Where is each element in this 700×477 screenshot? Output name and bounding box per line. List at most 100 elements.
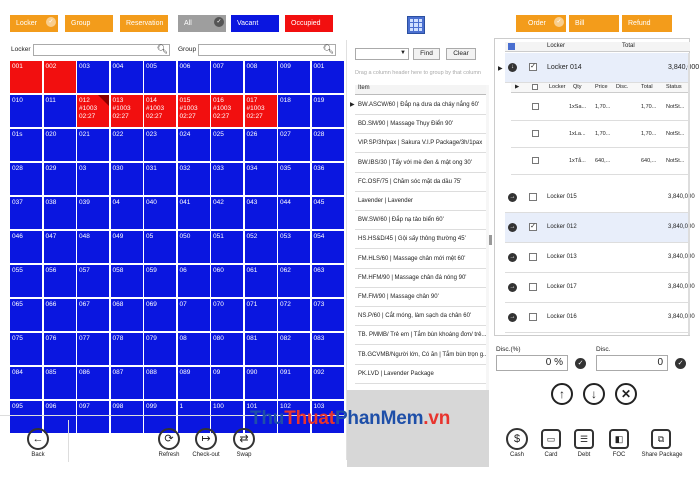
swap-button[interactable]: ⇄ bbox=[233, 428, 255, 450]
locker-cell[interactable]: 016 #1003 02:27 bbox=[211, 95, 243, 127]
locker-cell[interactable]: 063 bbox=[311, 265, 344, 297]
find-button[interactable]: Find bbox=[413, 48, 440, 60]
locker-cell[interactable]: 079 bbox=[144, 333, 176, 365]
locker-cell[interactable]: 022 bbox=[110, 129, 143, 161]
locker-cell[interactable]: 06 bbox=[177, 265, 210, 297]
locker-cell[interactable]: 008 bbox=[244, 61, 277, 93]
locker-cell[interactable]: 077 bbox=[77, 333, 109, 365]
locker-cell[interactable]: 003 bbox=[77, 61, 109, 93]
locker-cell[interactable]: 076 bbox=[43, 333, 76, 365]
list-item[interactable]: BD.SM/90 | Massage Thụy Điển 90' bbox=[355, 115, 486, 135]
locker-cell[interactable]: 028 bbox=[311, 129, 344, 161]
sub-row[interactable]: 1xTắ... 640,... 640,... NotSt... bbox=[511, 148, 690, 175]
delete-button[interactable]: ✕ bbox=[615, 383, 637, 405]
move-down-button[interactable]: ↓ bbox=[583, 383, 605, 405]
group-search-input[interactable]: 🔍︎ bbox=[198, 44, 336, 56]
order-row[interactable]: → Locker 016 3,840,000 bbox=[505, 303, 695, 333]
locker-cell[interactable]: 033 bbox=[211, 163, 243, 195]
locker-cell[interactable]: 056 bbox=[43, 265, 76, 297]
locker-cell[interactable]: 057 bbox=[77, 265, 109, 297]
locker-cell[interactable]: 051 bbox=[211, 231, 243, 263]
locker-cell[interactable]: 002 bbox=[43, 61, 76, 93]
expand-arrow-icon[interactable]: → bbox=[508, 313, 517, 322]
list-item[interactable]: BW.SW/60 | Đắp nạ tảo biển 60' bbox=[355, 211, 486, 231]
sub-row[interactable]: 1xSa... 1,70... 1,70... NotSt... bbox=[511, 94, 690, 121]
list-item[interactable]: FM.HLS/60 | Massage chân mới mệt 60' bbox=[355, 250, 486, 269]
locker-cell[interactable]: 045 bbox=[311, 197, 344, 229]
locker-cell[interactable]: 049 bbox=[110, 231, 143, 263]
column-chooser-icon[interactable] bbox=[508, 43, 515, 50]
locker-cell[interactable]: 007 bbox=[211, 61, 243, 93]
locker-cell[interactable]: 03 bbox=[77, 163, 109, 195]
disc-input[interactable]: 0 bbox=[596, 355, 668, 371]
locker-cell[interactable]: 025 bbox=[211, 129, 243, 161]
expand-arrow-icon[interactable]: ↓ bbox=[508, 63, 517, 72]
sub-row[interactable]: 1xLa... 1,70... 1,70... NotSt... bbox=[511, 121, 690, 148]
cash-button[interactable]: $ bbox=[506, 428, 528, 450]
locker-cell[interactable]: 062 bbox=[278, 265, 310, 297]
locker-cell[interactable]: 067 bbox=[77, 299, 109, 331]
locker-cell[interactable]: 097 bbox=[77, 401, 109, 433]
locker-cell[interactable]: 059 bbox=[144, 265, 176, 297]
locker-cell[interactable]: 023 bbox=[144, 129, 176, 161]
order-row[interactable]: → ✓ Locker 012 3,840,000 bbox=[505, 213, 695, 243]
locker-cell[interactable]: 020 bbox=[43, 129, 76, 161]
locker-cell[interactable]: 048 bbox=[77, 231, 109, 263]
select-checkbox[interactable] bbox=[529, 283, 537, 291]
move-up-button[interactable]: ↑ bbox=[551, 383, 573, 405]
disc-pct-input[interactable]: 0 % bbox=[496, 355, 568, 371]
item-column-header[interactable]: Item bbox=[355, 85, 486, 95]
locker-cell[interactable]: 087 bbox=[110, 367, 143, 399]
locker-cell[interactable]: 07 bbox=[177, 299, 210, 331]
locker-cell[interactable]: 069 bbox=[144, 299, 176, 331]
locker-cell[interactable]: 050 bbox=[177, 231, 210, 263]
locker-cell[interactable]: 026 bbox=[244, 129, 277, 161]
locker-cell[interactable]: 039 bbox=[77, 197, 109, 229]
locker-cell[interactable]: 014 #1003 02:27 bbox=[144, 95, 176, 127]
locker-cell[interactable]: 035 bbox=[278, 163, 310, 195]
locker-cell[interactable]: 018 bbox=[278, 95, 310, 127]
locker-cell[interactable]: 009 bbox=[278, 61, 310, 93]
all-status-button[interactable]: All ✓ bbox=[178, 15, 226, 32]
locker-cell[interactable]: 042 bbox=[211, 197, 243, 229]
list-item[interactable]: TB.GCVMB/Người lớn, Có ăn | Tắm bùn trọn… bbox=[355, 346, 486, 365]
locker-cell[interactable]: 029 bbox=[43, 163, 76, 195]
locker-cell[interactable]: 006 bbox=[177, 61, 210, 93]
locker-cell[interactable]: 096 bbox=[43, 401, 76, 433]
locker-cell[interactable]: 089 bbox=[177, 367, 210, 399]
locker-cell[interactable]: 001 bbox=[311, 61, 344, 93]
locker-cell[interactable]: 065 bbox=[10, 299, 42, 331]
locker-cell[interactable]: 061 bbox=[244, 265, 277, 297]
locker-cell[interactable]: 078 bbox=[110, 333, 143, 365]
locker-cell[interactable]: 019 bbox=[311, 95, 344, 127]
list-item[interactable]: Lavender | Lavender bbox=[355, 192, 486, 211]
locker-cell[interactable]: 090 bbox=[244, 367, 277, 399]
list-item[interactable]: FC.OSF/75 | Chăm sóc mặt da dầu 75' bbox=[355, 173, 486, 192]
locker-cell[interactable]: 024 bbox=[177, 129, 210, 161]
col-total-header[interactable]: Total bbox=[622, 43, 635, 49]
item-checkbox[interactable] bbox=[532, 130, 539, 137]
locker-cell[interactable]: 05 bbox=[144, 231, 176, 263]
locker-search-input[interactable]: 🔍︎ bbox=[33, 44, 170, 56]
locker-filter-button[interactable]: Locker ✓ bbox=[10, 15, 58, 32]
locker-cell[interactable]: 030 bbox=[110, 163, 143, 195]
locker-cell[interactable]: 01s bbox=[10, 129, 42, 161]
order-row[interactable]: → Locker 015 3,840,000 bbox=[505, 183, 695, 213]
locker-cell[interactable]: 011 bbox=[43, 95, 76, 127]
order-row[interactable]: → Locker 013 3,840,000 bbox=[505, 243, 695, 273]
list-item[interactable]: TB. PMMB/ Trẻ em | Tắm bùn khoáng đơn/ t… bbox=[355, 326, 486, 346]
clear-button[interactable]: Clear bbox=[446, 48, 476, 60]
locker-cell[interactable]: 073 bbox=[311, 299, 344, 331]
locker-cell[interactable]: 013 #1003 02:27 bbox=[110, 95, 143, 127]
checkout-button[interactable]: ↦ bbox=[195, 428, 217, 450]
locker-cell[interactable]: 005 bbox=[144, 61, 176, 93]
locker-cell[interactable]: 021 bbox=[77, 129, 109, 161]
locker-cell[interactable]: 058 bbox=[110, 265, 143, 297]
select-checkbox[interactable]: ✓ bbox=[529, 63, 537, 71]
search-icon[interactable]: 🔍︎ bbox=[157, 44, 168, 55]
locker-cell[interactable]: 041 bbox=[177, 197, 210, 229]
locker-cell[interactable]: 043 bbox=[244, 197, 277, 229]
locker-cell[interactable]: 052 bbox=[244, 231, 277, 263]
locker-cell[interactable]: 015 #1003 02:27 bbox=[177, 95, 210, 127]
locker-cell[interactable]: 046 bbox=[10, 231, 42, 263]
